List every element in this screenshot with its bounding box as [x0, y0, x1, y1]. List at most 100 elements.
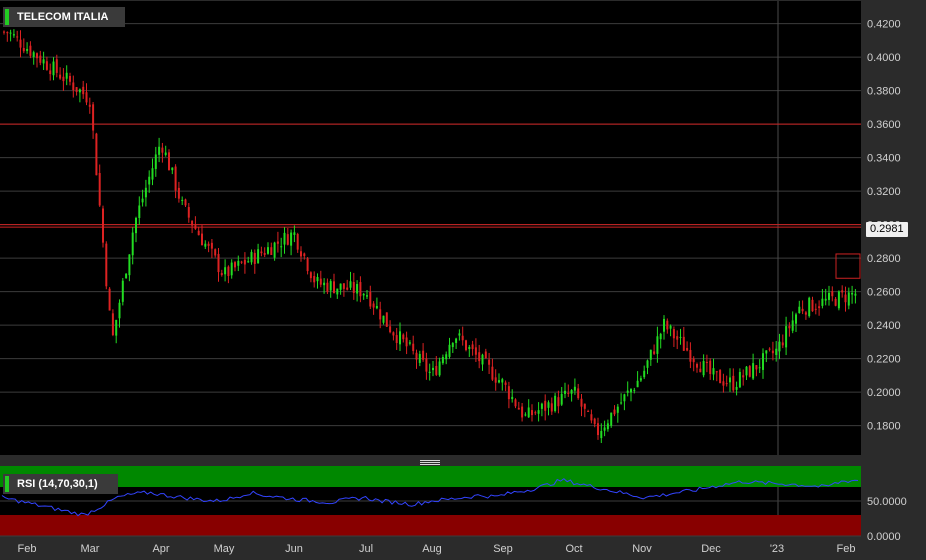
- candle-down: [534, 412, 537, 414]
- candle-up: [455, 338, 458, 343]
- candle-up: [560, 393, 563, 405]
- candle-down: [263, 253, 266, 255]
- candle-up: [600, 430, 603, 439]
- candle-up: [118, 302, 121, 319]
- candle-up: [603, 427, 606, 431]
- candle-down: [286, 234, 289, 245]
- candle-up: [524, 414, 527, 416]
- candle-up: [204, 243, 207, 247]
- candle-down: [234, 262, 236, 268]
- candle-down: [531, 410, 533, 416]
- candle-up: [669, 325, 672, 329]
- candle-down: [435, 365, 438, 375]
- candle-down: [313, 275, 316, 283]
- candle-up: [785, 326, 788, 348]
- candle-up: [438, 361, 441, 376]
- candle-up: [125, 273, 128, 279]
- candle-up: [290, 232, 293, 246]
- candle-up: [283, 232, 286, 245]
- candle-down: [804, 312, 807, 315]
- candle-up: [729, 377, 731, 383]
- candle-up: [230, 262, 233, 276]
- candle-down: [303, 253, 306, 257]
- price-pane-background: [0, 1, 861, 455]
- candle-up: [775, 348, 778, 355]
- candle-up: [564, 390, 566, 394]
- date-tick-label: Apr: [152, 543, 169, 555]
- pane-splitter-handle[interactable]: [420, 459, 440, 465]
- candle-down: [494, 377, 497, 383]
- candle-up: [428, 371, 431, 373]
- candle-down: [95, 133, 98, 176]
- candle-down: [39, 55, 42, 63]
- candle-up: [329, 281, 332, 291]
- candle-up: [267, 247, 269, 254]
- candle-down: [214, 249, 217, 256]
- candle-down: [326, 282, 329, 292]
- candle-up: [610, 412, 613, 426]
- candle-down: [422, 350, 425, 360]
- candle-down: [567, 392, 570, 394]
- candle-down: [709, 360, 712, 374]
- candle-up: [616, 406, 619, 413]
- candle-down: [105, 243, 108, 287]
- candle-down: [22, 48, 25, 52]
- candle-up: [527, 407, 530, 418]
- candle-up: [501, 379, 504, 383]
- candle-up: [151, 168, 154, 180]
- candle-up: [620, 402, 623, 404]
- title-accent-bar: [5, 9, 9, 25]
- rsi-tick-label: 0.0000: [867, 531, 901, 543]
- candle-down: [465, 340, 467, 351]
- candle-down: [59, 74, 62, 79]
- candle-up: [646, 360, 649, 368]
- price-chart: 0.18000.20000.22000.24000.26000.28000.30…: [0, 1, 907, 555]
- candle-up: [336, 288, 339, 295]
- candle-up: [451, 343, 454, 348]
- candle-up: [837, 291, 840, 309]
- candle-down: [319, 278, 322, 285]
- candle-up: [138, 205, 141, 218]
- candle-down: [6, 32, 9, 34]
- last-price-tag: 0.2981: [866, 222, 908, 237]
- candle-down: [590, 414, 593, 421]
- candle-down: [402, 334, 405, 340]
- rsi-tick-label: 50.0000: [867, 496, 907, 508]
- candle-down: [184, 199, 187, 206]
- rsi-oversold-zone: [0, 515, 861, 536]
- candle-down: [491, 366, 494, 380]
- date-tick-label: May: [214, 543, 235, 555]
- candle-up: [808, 297, 811, 317]
- candle-down: [484, 351, 487, 359]
- date-tick-label: Dec: [701, 543, 721, 555]
- candle-down: [597, 423, 599, 436]
- candle-down: [557, 397, 560, 407]
- chart-title-box: TELECOM ITALIA: [3, 7, 125, 27]
- candle-down: [676, 336, 679, 340]
- candle-up: [762, 353, 764, 370]
- candle-up: [408, 342, 411, 344]
- price-tick-label: 0.1800: [867, 421, 901, 433]
- candle-up: [468, 346, 471, 350]
- candle-down: [194, 225, 197, 229]
- candle-down: [514, 399, 517, 407]
- rsi-accent-bar: [5, 476, 9, 492]
- candle-up: [237, 260, 240, 266]
- candle-down: [62, 76, 65, 82]
- candle-down: [742, 375, 745, 378]
- candle-up: [851, 293, 854, 295]
- candle-down: [395, 335, 398, 343]
- date-tick-label: '23: [770, 543, 784, 555]
- candle-down: [705, 361, 708, 364]
- candle-up: [847, 292, 850, 306]
- date-tick-label: Feb: [18, 543, 37, 555]
- candle-up: [257, 249, 260, 264]
- candle-up: [65, 72, 68, 79]
- candle-down: [715, 371, 718, 373]
- price-tick-label: 0.2600: [867, 287, 901, 299]
- candle-up: [626, 390, 629, 393]
- candle-up: [636, 380, 639, 388]
- candle-down: [412, 343, 415, 352]
- candle-down: [385, 312, 388, 327]
- candle-down: [309, 272, 312, 279]
